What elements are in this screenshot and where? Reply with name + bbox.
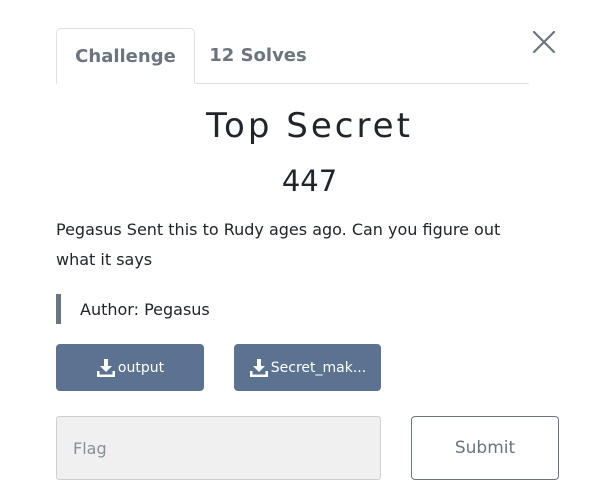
- submit-button[interactable]: Submit: [411, 416, 559, 480]
- challenge-title: Top Secret: [206, 106, 413, 146]
- tab-challenge-label: Challenge: [75, 45, 176, 67]
- author-blockquote: Author: Pegasus: [56, 294, 210, 324]
- challenge-description: Pegasus Sent this to Rudy ages ago. Can …: [56, 220, 501, 269]
- close-button[interactable]: [530, 28, 558, 56]
- flag-input[interactable]: [56, 416, 381, 480]
- author-text: Author: Pegasus: [80, 299, 210, 319]
- download-icon: [96, 358, 116, 378]
- tab-solves-label: 12 Solves: [209, 45, 307, 66]
- download-secret-button[interactable]: Secret_mak...: [234, 344, 381, 391]
- tab-solves[interactable]: 12 Solves: [203, 28, 313, 83]
- tab-challenge[interactable]: Challenge: [56, 28, 195, 84]
- download-output-button[interactable]: output: [56, 344, 204, 391]
- challenge-points: 447: [281, 164, 338, 198]
- tab-bar: Challenge 12 Solves: [56, 28, 529, 84]
- download-icon: [249, 358, 269, 378]
- file-label: output: [117, 359, 165, 376]
- close-icon: [532, 30, 556, 54]
- file-label: Secret_mak...: [270, 359, 367, 376]
- challenge-modal: Challenge 12 Solves Top Secret 447 Pegas…: [0, 0, 611, 498]
